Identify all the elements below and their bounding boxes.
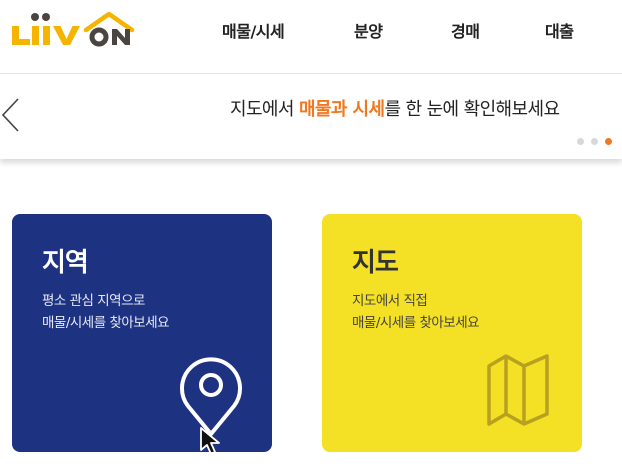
region-card-title: 지역 (42, 248, 89, 278)
header: 매물/시세 분양 경매 대출 (0, 0, 622, 74)
banner-text-highlight: 매물과 시세 (298, 99, 385, 120)
banner-text-after: 를 한 눈에 확인해보세요 (384, 99, 560, 120)
banner-message: 지도에서 매물과 시세를 한 눈에 확인해보세요 (230, 95, 560, 121)
nav-presale[interactable]: 분양 (354, 18, 383, 46)
map-card-title: 지도 (352, 248, 399, 278)
nav-auction[interactable]: 경매 (451, 18, 480, 46)
map-card-description: 지도에서 직접 매물/시세를 찾아보세요 (352, 290, 480, 334)
map-card-desc-line2: 매물/시세를 찾아보세요 (352, 315, 480, 331)
slide-dot-3-active[interactable] (605, 138, 612, 145)
folded-map-icon (487, 354, 549, 426)
banner-text-before: 지도에서 (230, 99, 299, 120)
region-card-desc-line2: 매물/시세를 찾아보세요 (42, 315, 170, 331)
chevron-left-icon[interactable] (0, 95, 22, 135)
slide-dot-2[interactable] (591, 138, 598, 145)
prev-slide-button[interactable] (0, 95, 22, 135)
liiv-on-logo[interactable] (10, 8, 136, 50)
slide-indicator (577, 138, 612, 146)
nav-listings-prices[interactable]: 매물/시세 (222, 18, 285, 46)
region-card-description: 평소 관심 지역으로 매물/시세를 찾아보세요 (42, 290, 170, 334)
slide-dot-1[interactable] (577, 138, 584, 145)
map-card-desc-line1: 지도에서 직접 (352, 293, 428, 309)
mouse-cursor-icon (200, 427, 220, 452)
map-search-card[interactable]: 지도 지도에서 직접 매물/시세를 찾아보세요 (322, 214, 582, 452)
promo-banner: 지도에서 매물과 시세를 한 눈에 확인해보세요 (0, 75, 622, 159)
region-card-desc-line1: 평소 관심 지역으로 (42, 293, 145, 309)
nav-loan[interactable]: 대출 (545, 18, 574, 46)
region-search-card[interactable]: 지역 평소 관심 지역으로 매물/시세를 찾아보세요 (12, 214, 272, 452)
